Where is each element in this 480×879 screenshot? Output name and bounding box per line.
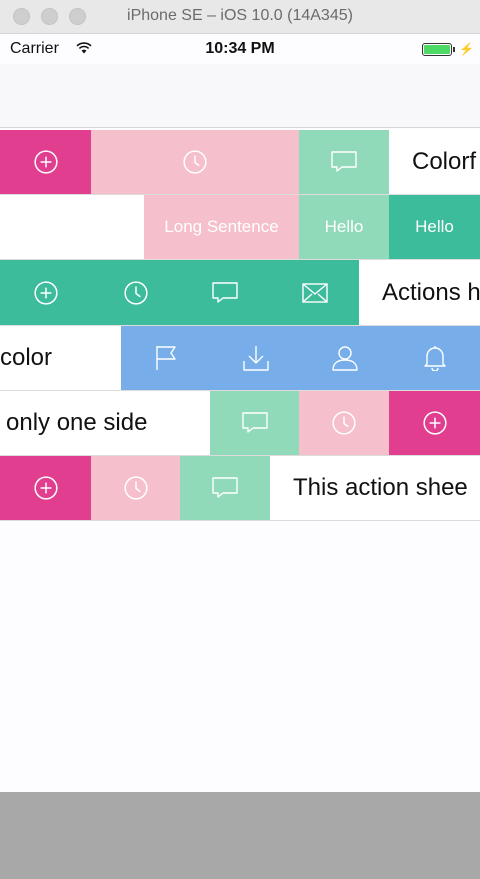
user-icon <box>332 345 358 371</box>
download-icon <box>243 345 269 371</box>
table-row[interactable]: Long Sentence Hello Hello <box>0 195 480 260</box>
table-row[interactable]: Actions h <box>0 260 480 326</box>
clock-action-button[interactable] <box>299 391 389 455</box>
add-action-button[interactable] <box>0 130 91 194</box>
clock-action-button[interactable] <box>92 260 180 325</box>
comment-icon <box>212 282 238 304</box>
row-title: only one side <box>6 409 148 436</box>
bell-icon <box>423 345 447 371</box>
comment-action-button[interactable] <box>210 391 299 455</box>
user-action-button[interactable] <box>301 326 389 390</box>
bell-action-button[interactable] <box>389 326 480 390</box>
plus-circle-icon <box>33 280 59 306</box>
add-action-button[interactable] <box>389 391 480 455</box>
add-action-button[interactable] <box>0 260 92 325</box>
comment-action-button[interactable] <box>180 260 270 325</box>
plus-circle-icon <box>33 475 59 501</box>
table-row[interactable]: This action shee <box>0 456 480 521</box>
clock-icon <box>331 410 357 436</box>
simulator-screen: Carrier 10:34 PM ⚡ Colorf Long Sentence … <box>0 34 480 792</box>
navigation-bar <box>0 64 480 128</box>
hello-button[interactable]: Hello <box>299 195 389 259</box>
hello-button[interactable]: Hello <box>389 195 480 259</box>
comment-icon <box>331 151 357 173</box>
row-title: Colorf <box>412 148 477 175</box>
long-sentence-label: Long Sentence <box>164 217 279 236</box>
comment-action-button[interactable] <box>299 130 389 194</box>
clock-icon <box>123 280 149 306</box>
clock-time: 10:34 PM <box>205 40 275 57</box>
row-title: color <box>0 344 53 371</box>
plus-circle-icon <box>33 149 59 175</box>
table-row[interactable]: color <box>0 326 480 391</box>
mail-icon <box>302 282 328 304</box>
clock-icon <box>182 149 208 175</box>
download-action-button[interactable] <box>211 326 301 390</box>
clock-action-button[interactable] <box>91 456 180 520</box>
table-row[interactable]: only one side <box>0 391 480 456</box>
flag-action-button[interactable] <box>121 326 211 390</box>
status-bar: Carrier 10:34 PM ⚡ <box>0 34 480 64</box>
battery-tip <box>453 47 455 52</box>
battery-icon <box>422 43 452 56</box>
add-action-button[interactable] <box>0 456 91 520</box>
hello-label: Hello <box>324 217 364 236</box>
charging-icon: ⚡ <box>459 42 474 56</box>
window-titlebar: iPhone SE – iOS 10.0 (14A345) <box>0 0 480 34</box>
window-title: iPhone SE – iOS 10.0 (14A345) <box>127 7 353 24</box>
clock-icon <box>123 475 149 501</box>
long-sentence-button[interactable]: Long Sentence <box>144 195 299 259</box>
clock-action-button[interactable] <box>91 130 299 194</box>
hello-label: Hello <box>415 217 454 236</box>
simulator-bottom-area <box>0 792 480 879</box>
comment-icon <box>242 412 268 434</box>
row-title: This action shee <box>293 474 468 501</box>
plus-circle-icon <box>422 410 448 436</box>
flag-icon <box>154 345 178 371</box>
comment-action-button[interactable] <box>180 456 270 520</box>
table-row[interactable]: Colorf <box>0 130 480 195</box>
mail-action-button[interactable] <box>270 260 359 325</box>
row-title: Actions h <box>382 278 480 306</box>
comment-icon <box>212 477 238 499</box>
